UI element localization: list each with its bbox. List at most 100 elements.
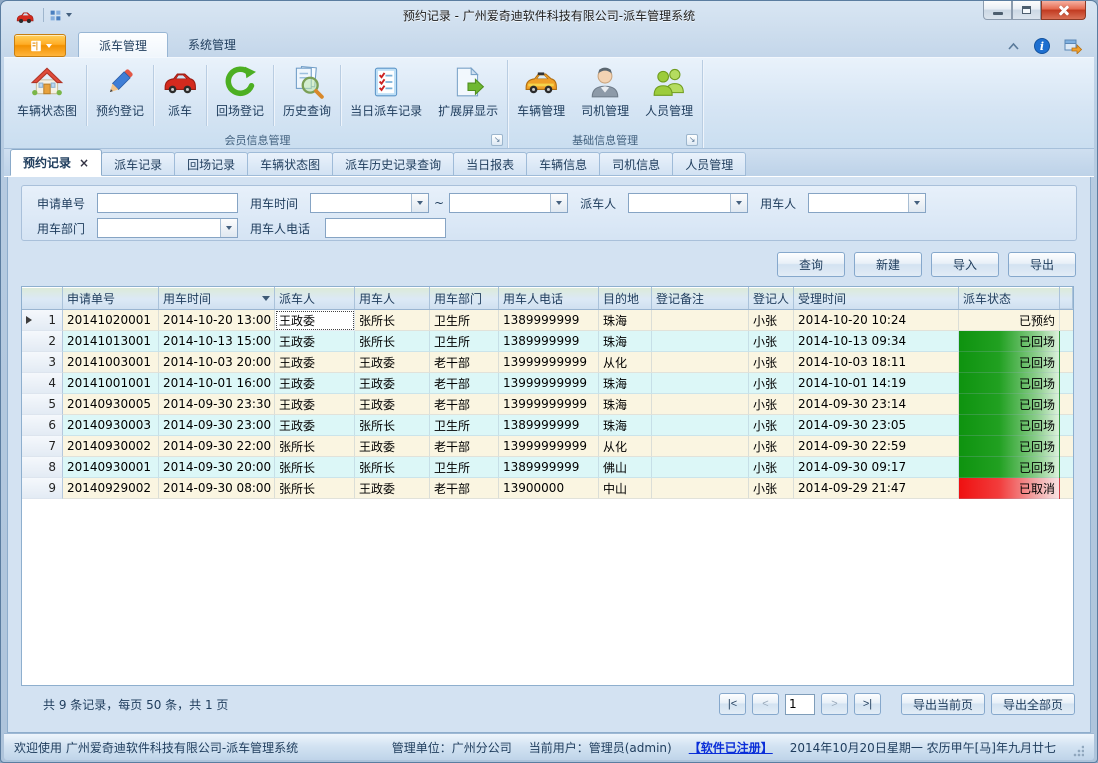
grid-cell[interactable]: 小张 [749,352,794,373]
grid-cell[interactable]: 张所长 [275,436,355,457]
row-selector[interactable]: 4 [22,373,63,394]
grid-cell[interactable]: 老干部 [430,394,499,415]
grid-cell[interactable]: 2014-09-30 22:00 [159,436,275,457]
row-selector[interactable]: 5 [22,394,63,415]
column-header-3[interactable]: 派车人 [275,287,355,309]
grid-cell[interactable] [652,373,749,394]
grid-cell[interactable]: 13999999999 [499,373,599,394]
info-icon[interactable]: i [1034,38,1050,54]
row-selector[interactable]: 2 [22,331,63,352]
grid-cell[interactable]: 从化 [599,436,652,457]
grid-cell[interactable] [652,352,749,373]
phone-input[interactable] [325,218,446,238]
grid-cell[interactable]: 2014-09-30 23:00 [159,415,275,436]
application-menu-button[interactable] [14,34,66,57]
status-badge[interactable]: 已回场 [959,457,1060,478]
status-badge[interactable]: 已回场 [959,352,1060,373]
grid-cell[interactable]: 1389999999 [499,457,599,478]
grid-cell[interactable]: 王政委 [355,478,430,499]
status-badge[interactable]: 已回场 [959,394,1060,415]
status-badge[interactable]: 已取消 [959,478,1060,499]
grid-cell[interactable]: 王政委 [355,436,430,457]
close-button[interactable] [1041,1,1086,20]
ribbon-tab-0[interactable]: 派车管理 [78,32,168,57]
grid-cell[interactable]: 张所长 [355,310,430,331]
grid-cell[interactable]: 张所长 [355,457,430,478]
grid-cell[interactable]: 珠海 [599,394,652,415]
first-page-button[interactable]: |< [719,693,746,715]
ribbon-button-0-3[interactable]: 回场登记 [208,60,272,131]
grid-cell[interactable]: 王政委 [355,352,430,373]
grid-cell[interactable]: 老干部 [430,352,499,373]
ribbon-button-1-0[interactable]: 车辆管理 [509,60,573,131]
prev-page-button[interactable]: < [752,693,779,715]
grid-cell[interactable]: 卫生所 [430,310,499,331]
grid-cell[interactable]: 2014-10-01 14:19 [794,373,959,394]
grid-cell[interactable] [652,415,749,436]
page-number-input[interactable] [785,694,815,715]
grid-cell[interactable]: 2014-09-30 08:00 [159,478,275,499]
grid-cell[interactable]: 小张 [749,415,794,436]
resize-grip[interactable] [1073,745,1084,757]
row-selector[interactable]: 3 [22,352,63,373]
row-selector[interactable]: 7 [22,436,63,457]
doc-tab-3[interactable]: 车辆状态图 [247,152,333,176]
grid-cell[interactable]: 2014-10-20 10:24 [794,310,959,331]
collapse-ribbon-icon[interactable] [1007,42,1020,50]
grid-cell[interactable]: 20140930001 [63,457,159,478]
doc-tab-8[interactable]: 人员管理 [672,152,746,176]
export-button[interactable]: 导出 [1008,252,1076,277]
request-no-input[interactable] [97,193,238,213]
doc-tab-5[interactable]: 当日报表 [453,152,527,176]
doc-tab-0[interactable]: 预约记录× [10,149,102,176]
column-header-9[interactable]: 登记人 [749,287,794,309]
column-header-0[interactable] [22,287,63,309]
grid-cell[interactable]: 张所长 [275,457,355,478]
minimize-button[interactable] [983,1,1012,20]
switch-window-icon[interactable] [1064,37,1082,54]
grid-cell[interactable]: 20141003001 [63,352,159,373]
ribbon-button-0-4[interactable]: 历史查询 [275,60,339,131]
grid-cell[interactable]: 2014-09-30 20:00 [159,457,275,478]
column-header-5[interactable]: 用车部门 [430,287,499,309]
query-button[interactable]: 查询 [777,252,845,277]
row-selector[interactable]: 9 [22,478,63,499]
restore-button[interactable] [1012,1,1041,20]
grid-cell[interactable]: 20140930005 [63,394,159,415]
status-badge[interactable]: 已回场 [959,415,1060,436]
grid-cell[interactable]: 王政委 [355,373,430,394]
dialog-launcher-icon[interactable]: ↘ [491,134,503,146]
status-badge[interactable]: 已预约 [959,310,1060,331]
grid-cell[interactable]: 老干部 [430,478,499,499]
grid-cell[interactable]: 小张 [749,436,794,457]
grid-cell[interactable]: 小张 [749,394,794,415]
grid-cell[interactable]: 13999999999 [499,352,599,373]
last-page-button[interactable]: >| [854,693,881,715]
user-combo[interactable] [808,193,926,213]
grid-cell[interactable] [652,331,749,352]
grid-cell[interactable]: 小张 [749,457,794,478]
column-header-11[interactable]: 派车状态 [959,287,1060,309]
grid-cell[interactable]: 13999999999 [499,436,599,457]
column-header-2[interactable]: 用车时间 [159,287,275,309]
doc-tab-1[interactable]: 派车记录 [101,152,175,176]
grid-cell[interactable]: 2014-09-30 09:17 [794,457,959,478]
grid-cell[interactable]: 2014-10-13 15:00 [159,331,275,352]
grid-cell[interactable]: 20140930003 [63,415,159,436]
doc-tab-2[interactable]: 回场记录 [174,152,248,176]
grid-cell[interactable]: 2014-10-03 18:11 [794,352,959,373]
grid-cell[interactable]: 2014-09-30 23:30 [159,394,275,415]
grid-cell[interactable]: 1389999999 [499,331,599,352]
close-tab-icon[interactable]: × [79,157,89,169]
grid-cell[interactable]: 老干部 [430,373,499,394]
ribbon-button-0-2[interactable]: 派车 [155,60,205,131]
license-registered-link[interactable]: 【软件已注册】 [689,739,773,756]
grid-cell[interactable]: 小张 [749,373,794,394]
grid-cell[interactable]: 2014-10-01 16:00 [159,373,275,394]
grid-cell[interactable]: 小张 [749,478,794,499]
export-current-page-button[interactable]: 导出当前页 [901,693,985,715]
doc-tab-7[interactable]: 司机信息 [599,152,673,176]
grid-cell[interactable]: 20141013001 [63,331,159,352]
doc-tab-6[interactable]: 车辆信息 [526,152,600,176]
grid-cell[interactable] [652,310,749,331]
